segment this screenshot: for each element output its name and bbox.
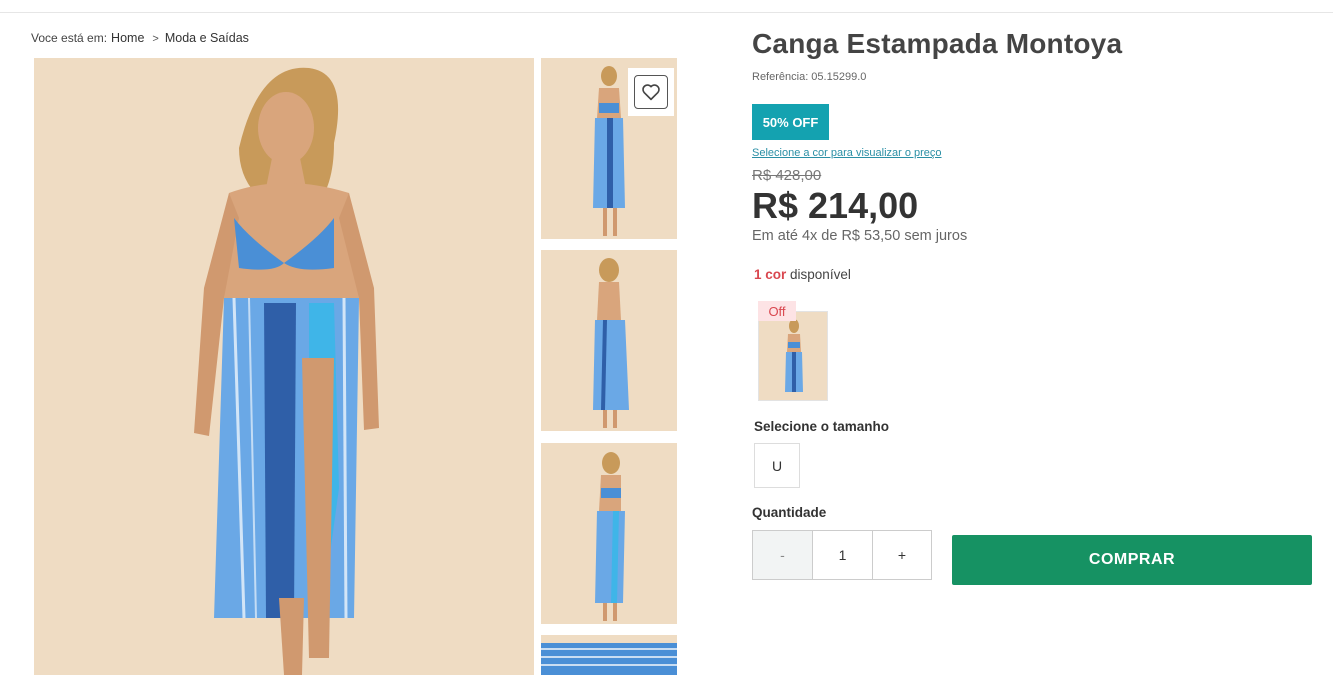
- breadcrumb-home-link[interactable]: Home: [111, 31, 144, 45]
- favorite-button[interactable]: [628, 68, 674, 116]
- breadcrumb-category-link[interactable]: Moda e Saídas: [165, 31, 249, 45]
- thumbnail-detail[interactable]: [541, 635, 677, 675]
- product-title: Canga Estampada Montoya: [752, 28, 1123, 59]
- color-swatch[interactable]: [758, 311, 828, 401]
- header-divider: [0, 12, 1333, 13]
- size-label: Selecione o tamanho: [754, 419, 890, 434]
- breadcrumb-prefix: Voce está em:: [31, 31, 108, 45]
- size-option-u[interactable]: U: [754, 443, 800, 488]
- breadcrumb-separator: >: [152, 33, 159, 45]
- main-product-image[interactable]: [34, 58, 534, 675]
- installments-text: Em até 4x de R$ 53,50 sem juros: [752, 228, 968, 244]
- select-color-link[interactable]: Selecione a cor para visualizar o preço: [752, 147, 942, 159]
- buy-button[interactable]: COMPRAR: [952, 535, 1312, 585]
- discount-badge: 50% OFF: [752, 104, 829, 140]
- current-price: R$ 214,00: [752, 185, 919, 226]
- thumbnail-side[interactable]: [541, 443, 677, 624]
- old-price: R$ 428,00: [752, 167, 822, 184]
- colors-available: 1 cor disponível: [754, 267, 851, 282]
- quantity-decrease-button[interactable]: -: [753, 531, 813, 579]
- quantity-stepper: - 1 +: [752, 530, 932, 580]
- colors-suffix: disponível: [786, 267, 851, 282]
- quantity-value[interactable]: 1: [813, 531, 873, 579]
- breadcrumb: Voce está em: Home > Moda e Saídas: [31, 31, 249, 45]
- quantity-increase-button[interactable]: +: [873, 531, 931, 579]
- quantity-label: Quantidade: [752, 505, 827, 520]
- thumbnail-back[interactable]: [541, 250, 677, 431]
- product-reference: Referência: 05.15299.0: [752, 71, 867, 83]
- swatch-off-tag: Off: [758, 301, 796, 321]
- colors-count: 1 cor: [754, 267, 787, 282]
- heart-icon: [634, 75, 668, 109]
